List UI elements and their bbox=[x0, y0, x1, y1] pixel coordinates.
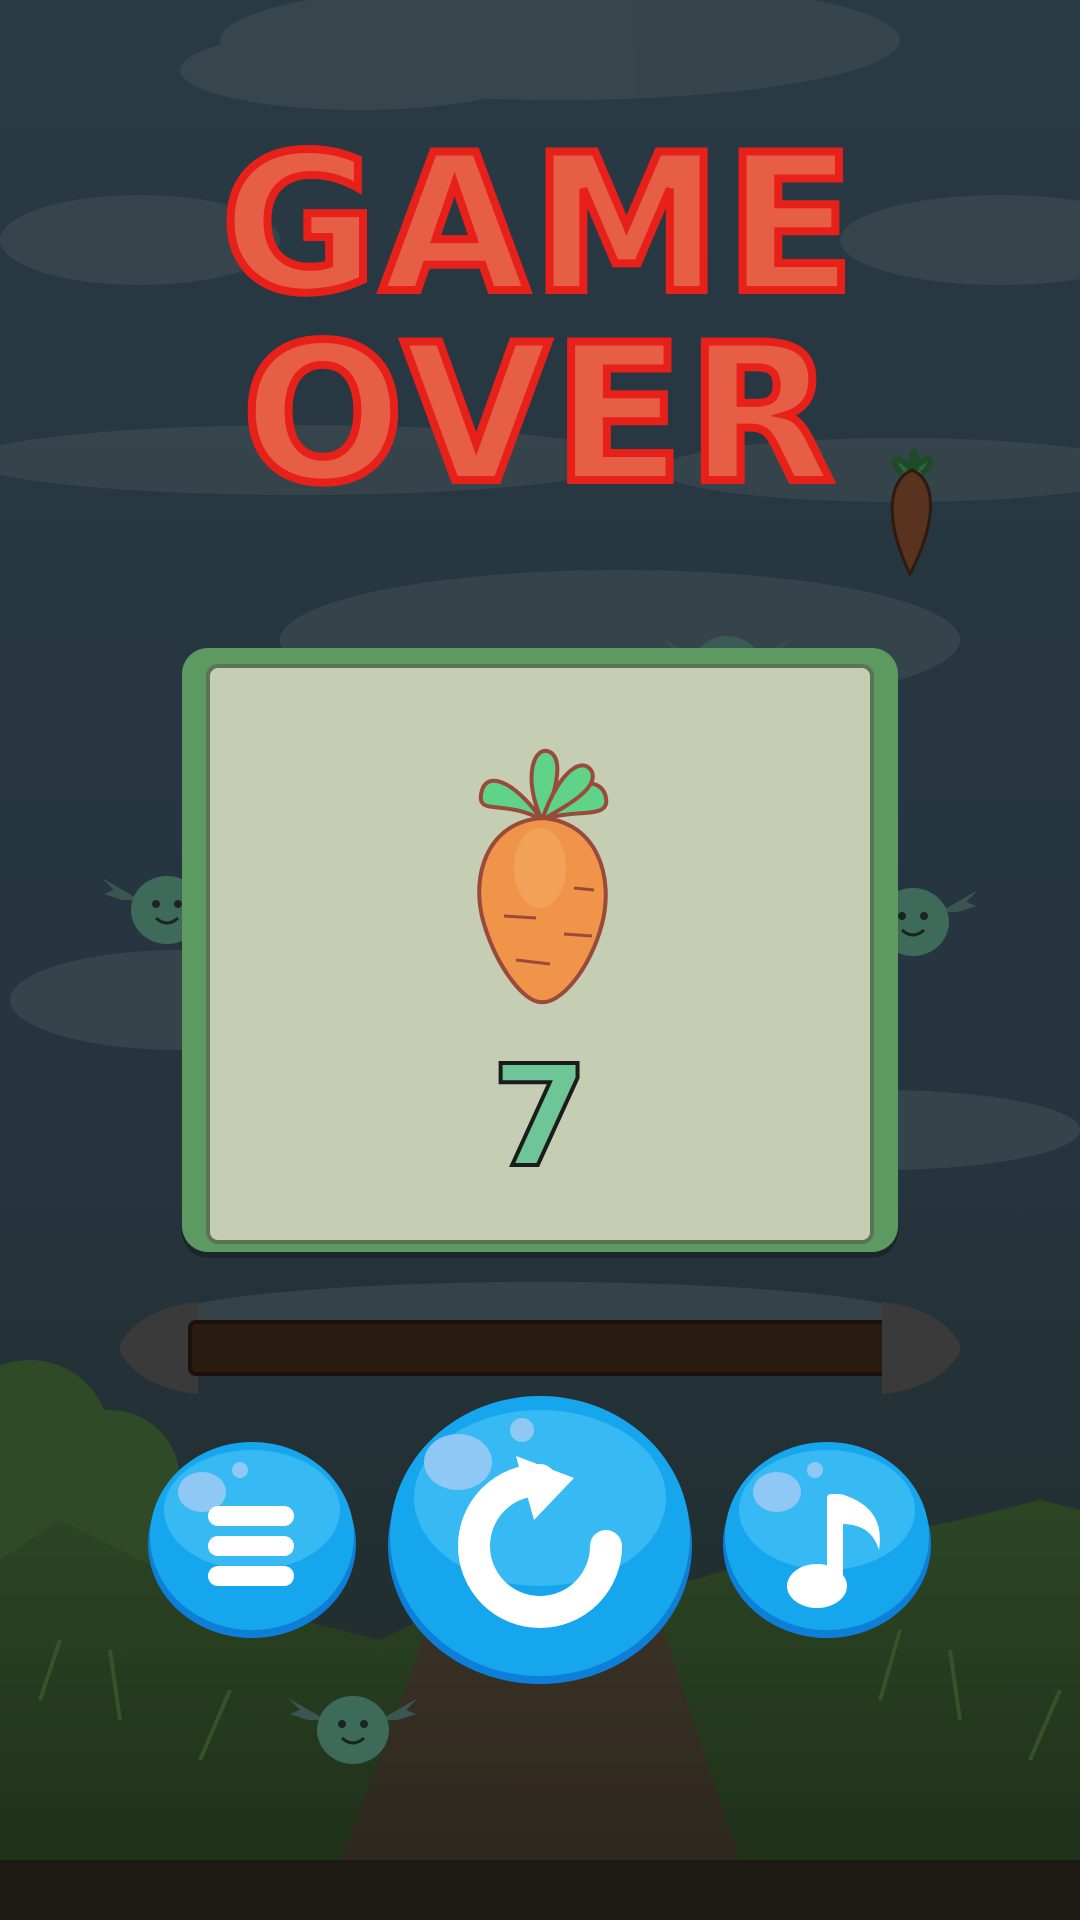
carrot-icon bbox=[477, 748, 609, 1005]
score-value: 7 bbox=[489, 1036, 590, 1199]
menu-icon bbox=[208, 1506, 294, 1586]
score-panel: 7 bbox=[182, 648, 898, 1252]
bat-slime-enemy bbox=[288, 1696, 418, 1764]
replay-button-graphic bbox=[388, 1396, 692, 1684]
replay-button[interactable] bbox=[388, 1390, 692, 1684]
menu-button-graphic bbox=[148, 1442, 356, 1638]
menu-button[interactable] bbox=[148, 1440, 356, 1638]
music-button[interactable] bbox=[723, 1440, 931, 1638]
score-panel-inner: 7 bbox=[206, 664, 874, 1244]
divider-bar bbox=[120, 1302, 960, 1394]
music-button-graphic bbox=[723, 1442, 931, 1638]
game-over-title-line2: OVER bbox=[238, 304, 838, 525]
game-scene: GAME OVER 7 bbox=[0, 0, 1080, 1920]
game-over-title-line1: GAME bbox=[217, 114, 859, 335]
